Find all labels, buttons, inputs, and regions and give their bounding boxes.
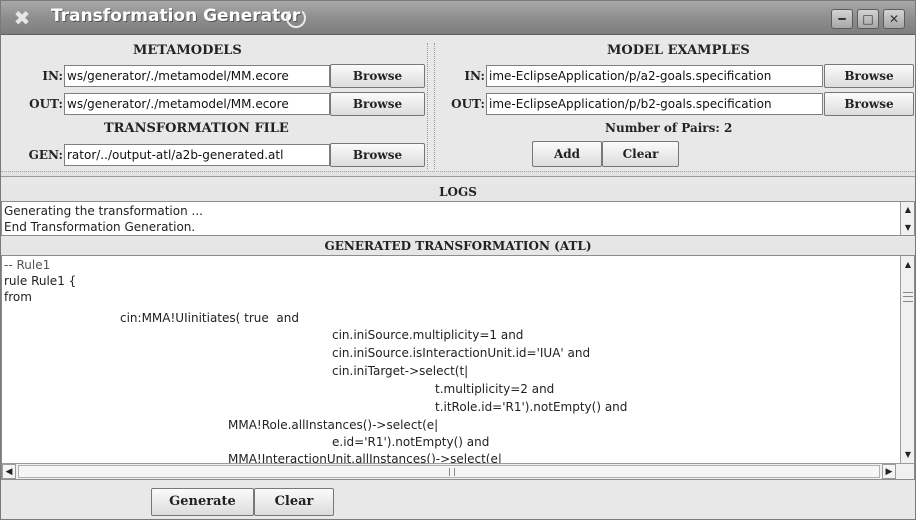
log-line: Generating the transformation ... — [4, 204, 203, 218]
code-line: cin.iniTarget->select(t| — [332, 364, 469, 378]
scroll-right-icon[interactable]: ▶ — [882, 464, 896, 479]
logs-scrollbar[interactable]: ▲ ▼ — [900, 202, 914, 235]
logs-heading: LOGS — [1, 184, 915, 201]
model-in-browse-button[interactable]: Browse — [824, 64, 914, 88]
maximize-icon: □ — [862, 12, 874, 26]
close-icon: ✕ — [888, 12, 900, 26]
transformation-file-heading: TRANSFORMATION FILE — [104, 121, 289, 136]
transformation-generator-window: ✖ Transformation Generator ━ □ ✕ METAMOD… — [0, 0, 916, 520]
swirl-icon — [286, 8, 306, 28]
metamodel-in-label: IN: — [42, 69, 63, 83]
horizontal-splitter[interactable] — [1, 171, 915, 177]
scroll-thumb-grip-icon — [449, 468, 455, 476]
metamodel-in-field[interactable]: ws/generator/./metamodel/MM.ecore — [64, 65, 330, 87]
vertical-splitter[interactable] — [427, 43, 435, 169]
metamodel-out-browse-button[interactable]: Browse — [330, 92, 425, 116]
metamodel-out-field[interactable]: ws/generator/./metamodel/MM.ecore — [64, 93, 330, 115]
model-out-label: OUT: — [451, 97, 485, 111]
gen-browse-button[interactable]: Browse — [330, 143, 425, 167]
window-title: Transformation Generator — [51, 6, 301, 26]
code-line: t.multiplicity=2 and — [435, 382, 555, 396]
metamodel-in-browse-button[interactable]: Browse — [330, 64, 425, 88]
code-vertical-scrollbar[interactable]: ▲ ▼ — [900, 256, 914, 463]
model-out-field[interactable]: ime-EclipseApplication/p/b2-goals.specif… — [486, 93, 823, 115]
close-button[interactable]: ✕ — [883, 9, 905, 29]
title-bar[interactable]: ✖ Transformation Generator ━ □ ✕ — [1, 1, 915, 35]
model-examples-heading: MODEL EXAMPLES — [607, 43, 750, 58]
model-in-label: IN: — [464, 69, 485, 83]
code-line: rule Rule1 { — [4, 274, 77, 288]
generated-transformation-heading: GENERATED TRANSFORMATION (ATL) — [1, 238, 915, 255]
logs-area[interactable]: Generating the transformation ... End Tr… — [1, 201, 915, 236]
code-line: cin:MMA!UIinitiates( true and — [120, 311, 299, 325]
horizontal-scroll-thumb[interactable] — [18, 465, 880, 478]
scroll-thumb-grip-icon[interactable] — [903, 292, 913, 302]
maximize-button[interactable]: □ — [857, 9, 879, 29]
generate-button[interactable]: Generate — [151, 488, 254, 516]
code-line: -- Rule1 — [4, 258, 51, 272]
code-line: from — [4, 290, 32, 304]
scroll-down-icon[interactable]: ▼ — [901, 448, 914, 461]
metamodel-out-label: OUT: — [29, 97, 63, 111]
model-out-browse-button[interactable]: Browse — [824, 92, 914, 116]
code-horizontal-scrollbar[interactable]: ◀ ▶ — [2, 463, 914, 479]
pairs-count-label: Number of Pairs: 2 — [605, 121, 733, 135]
model-in-field[interactable]: ime-EclipseApplication/p/a2-goals.specif… — [486, 65, 823, 87]
minimize-button[interactable]: ━ — [831, 9, 853, 29]
app-icon: ✖ — [13, 6, 31, 30]
minimize-icon: ━ — [838, 12, 846, 26]
code-line: e.id='R1').notEmpty() and — [332, 435, 490, 449]
code-line: cin.iniSource.isInteractionUnit.id='IUA'… — [332, 346, 591, 360]
metamodels-heading: METAMODELS — [133, 43, 242, 58]
clear-button[interactable]: Clear — [254, 488, 334, 516]
log-line: End Transformation Generation. — [4, 220, 196, 234]
gen-label: GEN: — [28, 148, 63, 162]
add-pair-button[interactable]: Add — [532, 141, 602, 167]
action-bar: Generate Clear — [1, 481, 915, 519]
code-line: cin.iniSource.multiplicity=1 and — [332, 328, 524, 342]
scroll-left-icon[interactable]: ◀ — [2, 464, 16, 479]
clear-pairs-button[interactable]: Clear — [602, 141, 679, 167]
gen-file-field[interactable]: rator/../output-atl/a2b-generated.atl — [64, 144, 330, 166]
code-line: MMA!Role.allInstances()->select(e| — [228, 418, 439, 432]
scroll-up-icon[interactable]: ▲ — [901, 258, 914, 271]
generated-code-area[interactable]: -- Rule1 rule Rule1 { from cin:MMA!UIini… — [1, 255, 915, 480]
code-line: t.itRole.id='R1').notEmpty() and — [435, 400, 628, 414]
scroll-up-icon[interactable]: ▲ — [901, 203, 914, 216]
scroll-down-icon[interactable]: ▼ — [901, 221, 914, 234]
